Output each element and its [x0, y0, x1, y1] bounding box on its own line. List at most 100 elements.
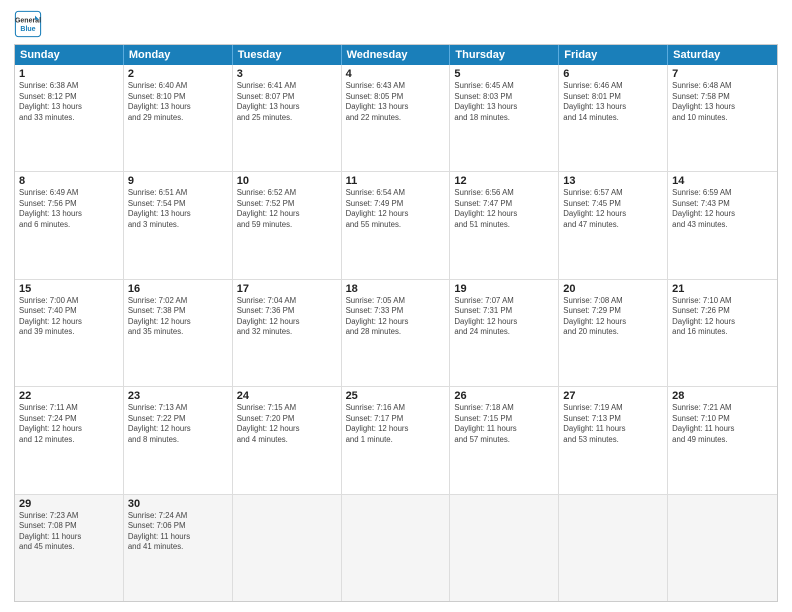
day-info: Sunrise: 7:23 AM Sunset: 7:08 PM Dayligh…	[19, 511, 119, 553]
day-2: 2Sunrise: 6:40 AM Sunset: 8:10 PM Daylig…	[124, 65, 233, 171]
day-8: 8Sunrise: 6:49 AM Sunset: 7:56 PM Daylig…	[15, 172, 124, 278]
day-info: Sunrise: 7:15 AM Sunset: 7:20 PM Dayligh…	[237, 403, 337, 445]
day-21: 21Sunrise: 7:10 AM Sunset: 7:26 PM Dayli…	[668, 280, 777, 386]
day-number: 4	[346, 68, 446, 80]
day-number: 24	[237, 390, 337, 402]
day-26: 26Sunrise: 7:18 AM Sunset: 7:15 PM Dayli…	[450, 387, 559, 493]
day-13: 13Sunrise: 6:57 AM Sunset: 7:45 PM Dayli…	[559, 172, 668, 278]
day-info: Sunrise: 7:11 AM Sunset: 7:24 PM Dayligh…	[19, 403, 119, 445]
day-info: Sunrise: 6:52 AM Sunset: 7:52 PM Dayligh…	[237, 188, 337, 230]
empty-cell	[559, 495, 668, 601]
day-info: Sunrise: 6:38 AM Sunset: 8:12 PM Dayligh…	[19, 81, 119, 123]
cal-row-1: 1Sunrise: 6:38 AM Sunset: 8:12 PM Daylig…	[15, 65, 777, 171]
day-info: Sunrise: 6:54 AM Sunset: 7:49 PM Dayligh…	[346, 188, 446, 230]
day-19: 19Sunrise: 7:07 AM Sunset: 7:31 PM Dayli…	[450, 280, 559, 386]
day-info: Sunrise: 7:21 AM Sunset: 7:10 PM Dayligh…	[672, 403, 773, 445]
day-28: 28Sunrise: 7:21 AM Sunset: 7:10 PM Dayli…	[668, 387, 777, 493]
day-info: Sunrise: 7:00 AM Sunset: 7:40 PM Dayligh…	[19, 296, 119, 338]
day-info: Sunrise: 7:08 AM Sunset: 7:29 PM Dayligh…	[563, 296, 663, 338]
day-info: Sunrise: 6:49 AM Sunset: 7:56 PM Dayligh…	[19, 188, 119, 230]
calendar: SundayMondayTuesdayWednesdayThursdayFrid…	[14, 44, 778, 602]
day-10: 10Sunrise: 6:52 AM Sunset: 7:52 PM Dayli…	[233, 172, 342, 278]
calendar-body: 1Sunrise: 6:38 AM Sunset: 8:12 PM Daylig…	[15, 65, 777, 601]
day-number: 11	[346, 175, 446, 187]
day-9: 9Sunrise: 6:51 AM Sunset: 7:54 PM Daylig…	[124, 172, 233, 278]
day-number: 15	[19, 283, 119, 295]
day-23: 23Sunrise: 7:13 AM Sunset: 7:22 PM Dayli…	[124, 387, 233, 493]
day-30: 30Sunrise: 7:24 AM Sunset: 7:06 PM Dayli…	[124, 495, 233, 601]
day-number: 27	[563, 390, 663, 402]
day-14: 14Sunrise: 6:59 AM Sunset: 7:43 PM Dayli…	[668, 172, 777, 278]
page-header: General Blue	[14, 10, 778, 38]
day-15: 15Sunrise: 7:00 AM Sunset: 7:40 PM Dayli…	[15, 280, 124, 386]
day-7: 7Sunrise: 6:48 AM Sunset: 7:58 PM Daylig…	[668, 65, 777, 171]
day-number: 25	[346, 390, 446, 402]
cal-row-2: 8Sunrise: 6:49 AM Sunset: 7:56 PM Daylig…	[15, 171, 777, 278]
day-number: 2	[128, 68, 228, 80]
day-number: 7	[672, 68, 773, 80]
day-6: 6Sunrise: 6:46 AM Sunset: 8:01 PM Daylig…	[559, 65, 668, 171]
day-info: Sunrise: 6:40 AM Sunset: 8:10 PM Dayligh…	[128, 81, 228, 123]
day-25: 25Sunrise: 7:16 AM Sunset: 7:17 PM Dayli…	[342, 387, 451, 493]
day-info: Sunrise: 7:16 AM Sunset: 7:17 PM Dayligh…	[346, 403, 446, 445]
day-info: Sunrise: 7:07 AM Sunset: 7:31 PM Dayligh…	[454, 296, 554, 338]
day-number: 14	[672, 175, 773, 187]
col-header-wednesday: Wednesday	[342, 45, 451, 65]
day-20: 20Sunrise: 7:08 AM Sunset: 7:29 PM Dayli…	[559, 280, 668, 386]
logo-icon: General Blue	[14, 10, 42, 38]
day-number: 28	[672, 390, 773, 402]
day-info: Sunrise: 6:45 AM Sunset: 8:03 PM Dayligh…	[454, 81, 554, 123]
logo: General Blue	[14, 10, 42, 38]
day-24: 24Sunrise: 7:15 AM Sunset: 7:20 PM Dayli…	[233, 387, 342, 493]
day-number: 22	[19, 390, 119, 402]
col-header-sunday: Sunday	[15, 45, 124, 65]
col-header-friday: Friday	[559, 45, 668, 65]
day-number: 20	[563, 283, 663, 295]
day-number: 6	[563, 68, 663, 80]
day-info: Sunrise: 6:51 AM Sunset: 7:54 PM Dayligh…	[128, 188, 228, 230]
day-info: Sunrise: 6:56 AM Sunset: 7:47 PM Dayligh…	[454, 188, 554, 230]
day-info: Sunrise: 7:13 AM Sunset: 7:22 PM Dayligh…	[128, 403, 228, 445]
day-number: 29	[19, 498, 119, 510]
day-number: 12	[454, 175, 554, 187]
col-header-tuesday: Tuesday	[233, 45, 342, 65]
col-header-saturday: Saturday	[668, 45, 777, 65]
day-info: Sunrise: 6:48 AM Sunset: 7:58 PM Dayligh…	[672, 81, 773, 123]
day-info: Sunrise: 6:59 AM Sunset: 7:43 PM Dayligh…	[672, 188, 773, 230]
day-5: 5Sunrise: 6:45 AM Sunset: 8:03 PM Daylig…	[450, 65, 559, 171]
calendar-header: SundayMondayTuesdayWednesdayThursdayFrid…	[15, 45, 777, 65]
day-number: 10	[237, 175, 337, 187]
day-3: 3Sunrise: 6:41 AM Sunset: 8:07 PM Daylig…	[233, 65, 342, 171]
day-1: 1Sunrise: 6:38 AM Sunset: 8:12 PM Daylig…	[15, 65, 124, 171]
empty-cell	[450, 495, 559, 601]
day-number: 1	[19, 68, 119, 80]
svg-text:Blue: Blue	[20, 26, 35, 33]
day-number: 21	[672, 283, 773, 295]
cal-row-4: 22Sunrise: 7:11 AM Sunset: 7:24 PM Dayli…	[15, 386, 777, 493]
day-info: Sunrise: 7:24 AM Sunset: 7:06 PM Dayligh…	[128, 511, 228, 553]
day-number: 19	[454, 283, 554, 295]
day-number: 26	[454, 390, 554, 402]
day-info: Sunrise: 6:46 AM Sunset: 8:01 PM Dayligh…	[563, 81, 663, 123]
day-18: 18Sunrise: 7:05 AM Sunset: 7:33 PM Dayli…	[342, 280, 451, 386]
day-info: Sunrise: 6:57 AM Sunset: 7:45 PM Dayligh…	[563, 188, 663, 230]
day-12: 12Sunrise: 6:56 AM Sunset: 7:47 PM Dayli…	[450, 172, 559, 278]
day-number: 17	[237, 283, 337, 295]
cal-row-5: 29Sunrise: 7:23 AM Sunset: 7:08 PM Dayli…	[15, 494, 777, 601]
day-number: 30	[128, 498, 228, 510]
day-number: 23	[128, 390, 228, 402]
day-16: 16Sunrise: 7:02 AM Sunset: 7:38 PM Dayli…	[124, 280, 233, 386]
col-header-thursday: Thursday	[450, 45, 559, 65]
day-info: Sunrise: 7:19 AM Sunset: 7:13 PM Dayligh…	[563, 403, 663, 445]
empty-cell	[233, 495, 342, 601]
day-info: Sunrise: 7:18 AM Sunset: 7:15 PM Dayligh…	[454, 403, 554, 445]
day-number: 16	[128, 283, 228, 295]
day-22: 22Sunrise: 7:11 AM Sunset: 7:24 PM Dayli…	[15, 387, 124, 493]
day-info: Sunrise: 6:43 AM Sunset: 8:05 PM Dayligh…	[346, 81, 446, 123]
day-number: 13	[563, 175, 663, 187]
day-info: Sunrise: 7:10 AM Sunset: 7:26 PM Dayligh…	[672, 296, 773, 338]
day-17: 17Sunrise: 7:04 AM Sunset: 7:36 PM Dayli…	[233, 280, 342, 386]
day-number: 8	[19, 175, 119, 187]
day-number: 9	[128, 175, 228, 187]
day-info: Sunrise: 7:02 AM Sunset: 7:38 PM Dayligh…	[128, 296, 228, 338]
